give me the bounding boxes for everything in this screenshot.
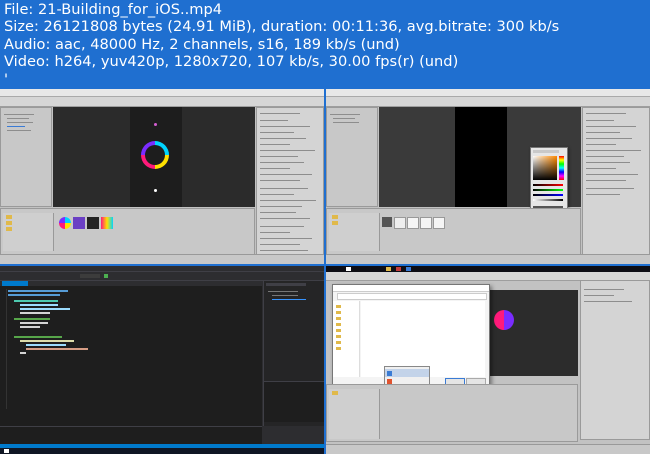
output-panel	[0, 426, 262, 445]
thumbnail-unity-game-view[interactable]	[0, 89, 324, 264]
status-bar	[326, 444, 650, 454]
vs-toolbar	[0, 272, 324, 281]
window-titlebar	[0, 89, 324, 97]
code-editor[interactable]	[0, 281, 262, 426]
asset-thumb-icon	[101, 217, 113, 229]
game-canvas	[455, 107, 507, 207]
game-view	[488, 290, 578, 376]
solution-explorer	[263, 281, 324, 426]
player-dot-icon	[154, 123, 157, 126]
asset-thumb-icon	[73, 217, 85, 229]
inspector-panel	[582, 107, 650, 264]
windows-taskbar	[0, 448, 324, 454]
thumbnail-unity-color-picker[interactable]	[326, 89, 650, 264]
project-panel	[326, 384, 578, 442]
hierarchy-panel	[0, 107, 52, 207]
status-bar	[0, 254, 324, 264]
asset-thumb-icon	[382, 217, 392, 227]
unity-logo-icon	[394, 217, 406, 229]
address-bar[interactable]	[337, 293, 487, 300]
game-view[interactable]	[53, 107, 255, 207]
file-icon	[420, 217, 432, 229]
color-ring-icon	[141, 141, 169, 169]
file-name-line: File: 21-Building_for_iOS..mp4	[4, 1, 223, 18]
extra-line: '	[4, 70, 9, 88]
asset-thumb-icon	[87, 217, 99, 229]
color-field[interactable]	[533, 156, 557, 180]
thumbnail-unity-file-dialog[interactable]	[326, 266, 650, 454]
inspector-panel	[256, 107, 324, 264]
color-ring-icon	[494, 310, 514, 330]
windows-start-icon[interactable]	[4, 449, 9, 453]
video-info-line: Video: h264, yuv420p, 1280x720, 107 kb/s…	[4, 53, 459, 71]
thumbnail-visual-studio[interactable]	[0, 266, 324, 454]
folder-tree[interactable]	[333, 301, 360, 377]
ball-icon	[154, 189, 157, 192]
unity-toolbar	[0, 97, 324, 107]
project-panel	[0, 208, 255, 255]
audio-info-line: Audio: aac, 48000 Hz, 2 channels, s16, 1…	[4, 35, 400, 53]
unity-toolbar	[326, 97, 650, 107]
project-panel	[326, 208, 581, 255]
hierarchy-panel	[326, 107, 378, 207]
status-bar	[326, 254, 650, 264]
inspector-panel	[580, 280, 650, 440]
file-icon	[433, 217, 445, 229]
play-icon[interactable]	[104, 274, 108, 278]
file-size-line: Size: 26121808 bytes (24.91 MiB), durati…	[4, 18, 560, 36]
dialog-titlebar	[333, 285, 489, 292]
window-titlebar	[326, 89, 650, 97]
asset-thumb-icon	[59, 217, 71, 229]
file-info-header: File: 21-Building_for_iOS..mp4 Size: 261…	[4, 1, 644, 88]
hue-slider[interactable]	[559, 156, 564, 180]
file-icon	[407, 217, 419, 229]
